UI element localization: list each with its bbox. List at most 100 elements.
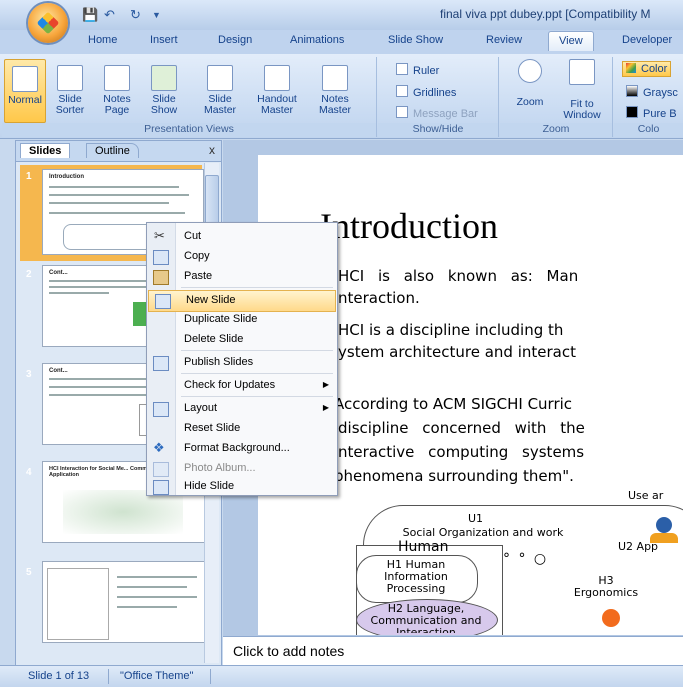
slide-show-icon bbox=[151, 65, 177, 91]
pure-black-white-button[interactable]: Pure B bbox=[626, 106, 677, 120]
thumb-text-line bbox=[49, 186, 179, 188]
slide-text-line: ystem architecture and interact bbox=[338, 343, 576, 361]
slide-text-line: nteractive computing systems bbox=[338, 443, 585, 461]
notes-master-button[interactable]: Notes Master bbox=[310, 65, 360, 116]
menu-item-copy[interactable]: Copy bbox=[147, 247, 337, 267]
slide-number: 5 bbox=[26, 567, 32, 578]
slide-sorter-button[interactable]: Slide Sorter bbox=[50, 65, 90, 116]
redo-icon[interactable]: ↻ bbox=[130, 7, 141, 23]
tab-developer[interactable]: Developer bbox=[622, 34, 672, 46]
paste-icon bbox=[153, 270, 169, 285]
slide-text-line: HCI is a discipline including th bbox=[338, 321, 564, 339]
gridlines-checkbox[interactable]: Gridlines bbox=[396, 85, 456, 99]
notes-placeholder[interactable]: Click to add notes bbox=[233, 643, 344, 659]
menu-separator bbox=[181, 373, 333, 374]
menu-separator bbox=[181, 396, 333, 397]
menu-item-hide-slide[interactable]: Hide Slide bbox=[147, 477, 337, 497]
ergonomics-person-icon bbox=[602, 609, 620, 627]
menu-item-reset-slide[interactable]: Reset Slide bbox=[147, 419, 337, 439]
office-button[interactable] bbox=[28, 3, 68, 43]
close-icon[interactable]: x bbox=[209, 143, 215, 157]
slide-text-line: phenomena surrounding them". bbox=[334, 467, 574, 485]
slide-text-line: HCI is also known as: Man bbox=[338, 267, 579, 285]
thumb-text-line bbox=[117, 576, 197, 578]
menu-item-publish-slides[interactable]: Publish Slides bbox=[147, 353, 337, 373]
presentation-views-group: Normal Slide Sorter Notes Page Slide Sho… bbox=[2, 57, 377, 137]
title-bar: 💾 ↶ ↻ ▼ final viva ppt dubey.ppt [Compat… bbox=[0, 0, 683, 31]
slide-thumbnail-5[interactable] bbox=[42, 561, 206, 643]
menu-item-paste[interactable]: Paste bbox=[147, 267, 337, 287]
status-bar: Slide 1 of 13 "Office Theme" bbox=[0, 665, 683, 687]
hide-slide-icon bbox=[153, 480, 169, 495]
magnifier-icon bbox=[518, 59, 542, 83]
normal-view-icon bbox=[12, 66, 38, 92]
slide-number: 1 bbox=[26, 171, 32, 182]
group-label: Presentation Views bbox=[2, 123, 376, 137]
tab-view[interactable]: View bbox=[548, 31, 594, 51]
thumb-text-line bbox=[49, 292, 109, 294]
slide-text-line: nteraction. bbox=[338, 289, 420, 307]
slide-number: 3 bbox=[26, 369, 32, 380]
person-icon bbox=[656, 517, 672, 533]
notes-page-button[interactable]: Notes Page bbox=[97, 65, 137, 116]
tab-home[interactable]: Home bbox=[88, 34, 117, 46]
diagram-label: H2 Language, Communication and Interacti… bbox=[370, 603, 482, 633]
menu-separator bbox=[181, 287, 333, 288]
save-icon[interactable]: 💾 bbox=[82, 7, 98, 23]
grayscale-button[interactable]: Graysc bbox=[626, 85, 678, 99]
menu-separator bbox=[181, 350, 333, 351]
thumbnail-title: Cont... bbox=[49, 270, 68, 276]
tab-slides[interactable]: Slides bbox=[20, 143, 71, 158]
notes-master-icon bbox=[322, 65, 348, 91]
tab-review[interactable]: Review bbox=[486, 34, 522, 46]
diagram-label: U1 bbox=[468, 512, 484, 525]
slide-title[interactable]: Introduction bbox=[320, 205, 498, 247]
thumb-text-line bbox=[49, 394, 149, 396]
thumbnail-title: Cont... bbox=[49, 368, 68, 374]
message-bar-checkbox[interactable]: Message Bar bbox=[396, 106, 478, 120]
normal-view-button[interactable]: Normal bbox=[4, 59, 46, 123]
tab-outline[interactable]: Outline bbox=[86, 143, 139, 158]
menu-item-photo-album[interactable]: Photo Album... bbox=[147, 459, 337, 479]
menu-item-duplicate-slide[interactable]: Duplicate Slide bbox=[147, 310, 337, 330]
fit-to-window-button[interactable]: Fit to Window bbox=[558, 59, 606, 121]
group-label: Show/Hide bbox=[378, 123, 498, 137]
slide-show-button[interactable]: Slide Show bbox=[144, 65, 184, 116]
diagram-label: H1 Human Information Processing bbox=[384, 558, 448, 595]
window-title: final viva ppt dubey.ppt [Compatibility … bbox=[440, 7, 651, 21]
handout-master-button[interactable]: Handout Master bbox=[250, 65, 304, 116]
scissors-icon: ✂ bbox=[154, 228, 165, 243]
zoom-group: Zoom Fit to Window Zoom bbox=[500, 57, 613, 137]
submenu-arrow-icon: ▶ bbox=[322, 403, 329, 412]
diagram-label: H3 Ergonomics bbox=[573, 574, 639, 599]
slide-sorter-icon bbox=[57, 65, 83, 91]
slide-number: 2 bbox=[26, 269, 32, 280]
slide-text-line: discipline concerned with the bbox=[338, 419, 585, 437]
diagram-label: Use ar bbox=[628, 489, 664, 502]
menu-item-new-slide[interactable]: New Slide bbox=[148, 290, 336, 312]
theme-name: "Office Theme" bbox=[120, 670, 194, 682]
menu-item-format-background[interactable]: ❖ Format Background... bbox=[147, 439, 337, 459]
slide-master-icon bbox=[207, 65, 233, 91]
tab-insert[interactable]: Insert bbox=[150, 34, 178, 46]
menu-item-cut[interactable]: ✂ Cut bbox=[147, 227, 337, 247]
menu-item-delete-slide[interactable]: Delete Slide bbox=[147, 330, 337, 350]
undo-icon[interactable]: ↶ bbox=[104, 7, 115, 23]
customize-qat-icon[interactable]: ▼ bbox=[152, 10, 161, 20]
color-button[interactable]: Color bbox=[622, 61, 672, 77]
tab-design[interactable]: Design bbox=[218, 34, 252, 46]
menu-item-layout[interactable]: Layout ▶ bbox=[147, 399, 337, 419]
tab-animations[interactable]: Animations bbox=[290, 34, 344, 46]
notes-pane[interactable]: Click to add notes bbox=[223, 636, 683, 665]
context-menu: ✂ Cut Copy Paste New Slide Duplicate Sli… bbox=[146, 222, 338, 496]
copy-icon bbox=[153, 250, 169, 265]
slide-master-button[interactable]: Slide Master bbox=[198, 65, 242, 116]
zoom-button[interactable]: Zoom bbox=[508, 59, 552, 108]
slide-count: Slide 1 of 13 bbox=[28, 670, 90, 682]
ruler-checkbox[interactable]: Ruler bbox=[396, 63, 439, 77]
diagram-label: Human bbox=[398, 539, 449, 555]
thumb-text-line bbox=[117, 596, 197, 598]
group-label: Colo bbox=[614, 123, 683, 137]
tab-slide-show[interactable]: Slide Show bbox=[388, 34, 443, 46]
menu-item-check-for-updates[interactable]: Check for Updates ▶ bbox=[147, 376, 337, 396]
